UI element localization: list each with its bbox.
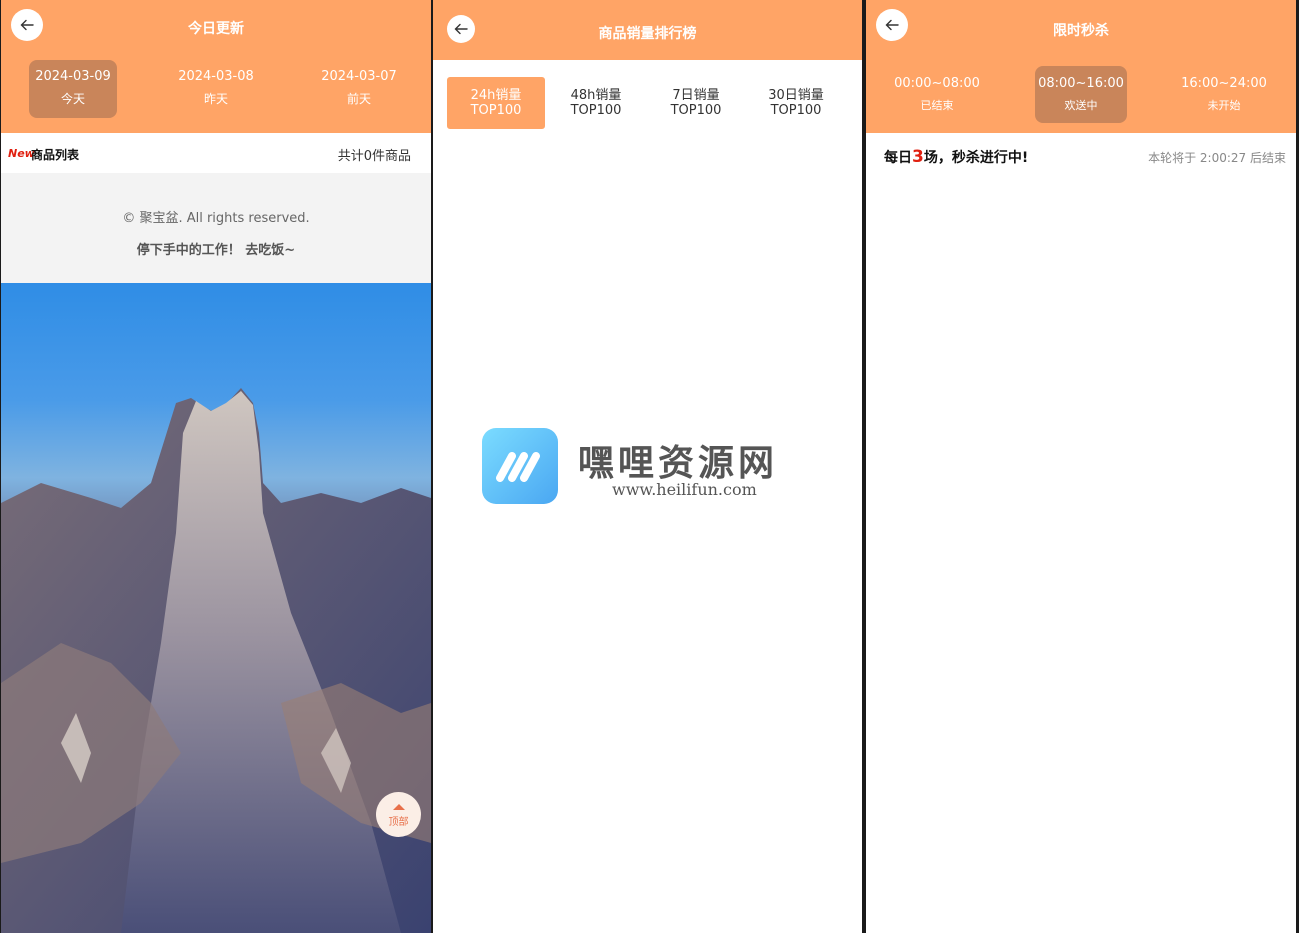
sales-ranking-panel: 商品销量排行榜 24h销量 TOP100 48h销量 TOP100 7日销量 T… (433, 0, 862, 933)
copyright: © 聚宝盆. All rights reserved. (122, 211, 310, 226)
date-tab-label: 今天 (60, 92, 85, 106)
flash-title-suffix: 场，秒杀进行中! (923, 150, 1029, 166)
page-title: 商品销量排行榜 (598, 26, 697, 42)
date-tab-date: 2024-03-09 (35, 69, 111, 84)
date-tab-today[interactable]: 2024-03-09 今天 (29, 60, 117, 118)
flash-sale-title: 每日3场，秒杀进行中! (884, 147, 1028, 167)
date-tab-yesterday[interactable]: 2024-03-08 昨天 (172, 60, 260, 118)
watermark: 嘿哩资源网 www.heilifun.com (482, 428, 862, 508)
page-title: 今日更新 (188, 21, 244, 37)
watermark-url: www.heilifun.com (612, 480, 757, 499)
rank-tab-30d[interactable]: 30日销量 TOP100 (747, 77, 845, 129)
date-tab-date: 2024-03-08 (178, 69, 254, 84)
rank-tab-label: 30日销量 (768, 88, 824, 103)
watermark-name: 嘿哩资源网 (578, 443, 779, 484)
slot-status: 欢送中 (1064, 99, 1098, 112)
rank-tab-7d[interactable]: 7日销量 TOP100 (647, 77, 745, 129)
rank-tab-48h[interactable]: 48h销量 TOP100 (547, 77, 645, 129)
countdown-timer: 本轮将于 2:00:27 后结束 (1148, 151, 1286, 165)
rank-tab-label: 24h销量 (470, 88, 522, 103)
rank-tab-label: 7日销量 (672, 88, 720, 103)
rank-tab-sublabel: TOP100 (570, 103, 622, 118)
date-tab-label: 昨天 (203, 92, 228, 106)
product-count: 共计0件商品 (337, 149, 411, 164)
header: 限时秒杀 00:00~08:00 已结束 08:00~16:00 欢送中 16:… (866, 0, 1296, 133)
slot-status: 已结束 (920, 99, 954, 112)
page-title: 限时秒杀 (1053, 23, 1109, 39)
back-to-top-button[interactable]: 顶部 (376, 792, 421, 837)
date-tab-day-before[interactable]: 2024-03-07 前天 (315, 60, 403, 118)
time-slot-0000[interactable]: 00:00~08:00 已结束 (891, 66, 983, 123)
watermark-logo-icon (482, 428, 558, 504)
flash-sale-panel: 限时秒杀 00:00~08:00 已结束 08:00~16:00 欢送中 16:… (866, 0, 1296, 933)
rank-tab-sublabel: TOP100 (770, 103, 822, 118)
product-list-bar: New 商品列表 共计0件商品 (1, 133, 431, 173)
flash-title-prefix: 每日 (884, 150, 912, 166)
header: 今日更新 2024-03-09 今天 2024-03-08 昨天 2024-03… (1, 0, 431, 133)
rock-landscape-image (1, 388, 431, 933)
back-to-top-label: 顶部 (388, 817, 409, 828)
background-photo (1, 283, 431, 933)
time-slot-0800[interactable]: 08:00~16:00 欢送中 (1035, 66, 1127, 123)
date-tab-label: 前天 (346, 92, 371, 106)
arrow-up-icon (392, 804, 405, 810)
today-updates-panel: 今日更新 2024-03-09 今天 2024-03-08 昨天 2024-03… (1, 0, 431, 933)
header: 商品销量排行榜 (433, 0, 862, 60)
time-slot-1600[interactable]: 16:00~24:00 未开始 (1178, 66, 1270, 123)
product-list-title: 商品列表 (31, 148, 80, 162)
flash-session-count: 3 (912, 147, 924, 167)
slot-time: 16:00~24:00 (1181, 76, 1267, 91)
rank-tab-label: 48h销量 (570, 88, 622, 103)
rank-tab-24h[interactable]: 24h销量 TOP100 (447, 77, 545, 129)
rank-tab-sublabel: TOP100 (470, 103, 522, 118)
slot-time: 08:00~16:00 (1038, 76, 1124, 91)
rank-tab-sublabel: TOP100 (670, 103, 722, 118)
slot-status: 未开始 (1207, 99, 1241, 112)
date-tab-date: 2024-03-07 (321, 69, 397, 84)
footer: © 聚宝盆. All rights reserved. 停下手中的工作！ 去吃饭… (1, 173, 431, 283)
slot-time: 00:00~08:00 (894, 76, 980, 91)
flash-sale-bar: 每日3场，秒杀进行中! 本轮将于 2:00:27 后结束 (866, 133, 1296, 179)
footer-slogan: 停下手中的工作！ 去吃饭~ (136, 243, 296, 258)
